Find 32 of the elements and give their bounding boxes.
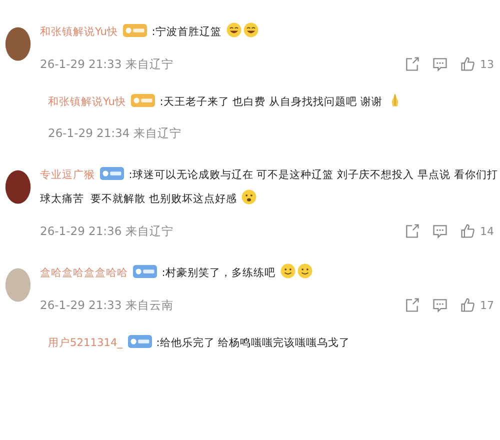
thumbs-up-icon[interactable] xyxy=(460,297,476,313)
comment-icon[interactable] xyxy=(432,297,448,313)
comment-text: :给他乐完了 给杨鸣嗤嗤完该嗤嗤乌戈了 xyxy=(156,337,350,349)
username[interactable]: 和张镇解说Yu快 xyxy=(48,96,126,108)
comment-text: :村豪别笑了，多练练吧 xyxy=(162,267,276,279)
timestamp: 26-1-29 21:34 来自辽宁 xyxy=(48,126,182,141)
crying-face-icon xyxy=(241,189,258,205)
timestamp: 26-1-29 21:33 来自辽宁 xyxy=(40,56,174,72)
comment-icon[interactable] xyxy=(432,223,448,239)
username[interactable]: 盒哈盒哈盒盒哈哈 xyxy=(40,267,128,279)
comment-text: 球太痛苦 要不就解散 也别败坏这点好感 xyxy=(40,193,238,205)
share-icon[interactable] xyxy=(404,297,420,313)
like-count: 14 xyxy=(480,224,494,238)
comment-text: :球迷可以无论成败与辽在 可不是这种辽篮 刘子庆不想投入 早点说 看你们打 xyxy=(128,169,498,181)
comment-text: :宁波首胜辽篮 xyxy=(152,26,222,38)
thumbs-up-icon[interactable] xyxy=(460,56,476,72)
timestamp: 26-1-29 21:36 来自辽宁 xyxy=(40,224,174,238)
comment-text: :天王老子来了 也白费 从自身找找问题吧 谢谢 xyxy=(160,96,382,108)
comment-icon[interactable] xyxy=(432,56,448,72)
like-count: 13 xyxy=(480,58,494,70)
thumbs-up-icon[interactable] xyxy=(460,223,476,239)
username[interactable]: 用户5211314_ xyxy=(48,337,122,349)
username[interactable]: 和张镇解说Yu快 xyxy=(40,26,118,38)
like-count: 17 xyxy=(480,298,494,312)
smiley-face-icon xyxy=(296,263,313,279)
share-icon[interactable] xyxy=(404,223,420,239)
username[interactable]: 专业逗广猴 xyxy=(40,169,95,181)
timestamp: 26-1-29 21:33 来自云南 xyxy=(40,298,174,312)
share-icon[interactable] xyxy=(404,56,420,72)
laughing-face-icon xyxy=(242,22,259,38)
smiley-face-icon xyxy=(280,263,296,279)
laughing-face-icon xyxy=(226,22,242,38)
